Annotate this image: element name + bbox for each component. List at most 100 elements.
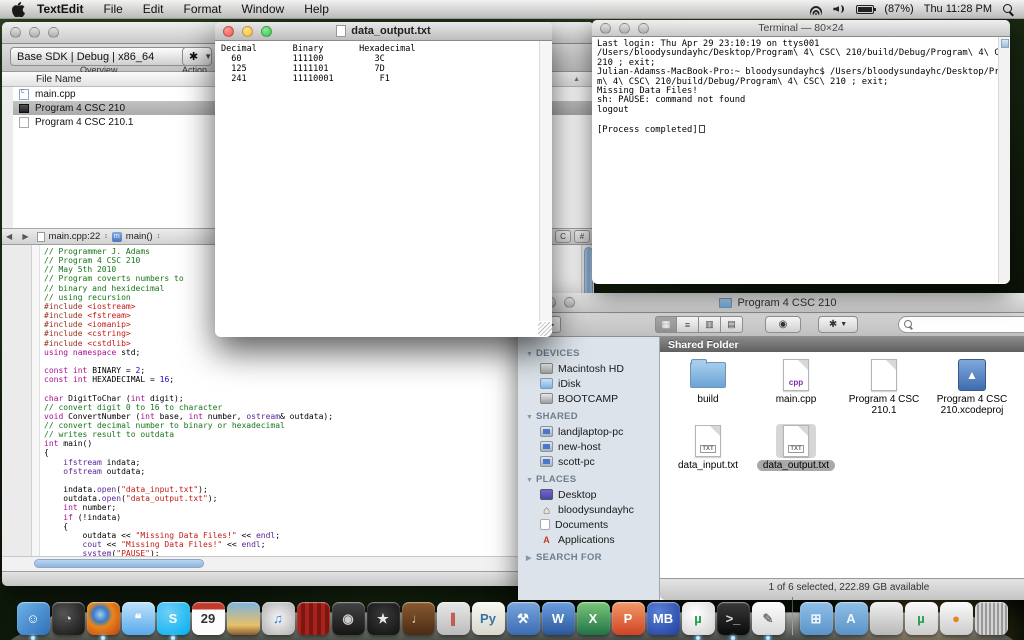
coverflow-view-button[interactable]: ▤ [721, 316, 743, 333]
file-grid-item[interactable]: TXT data_input.txt [664, 424, 752, 490]
dock-icon-trash[interactable] [974, 602, 1008, 635]
focus-ribbon [32, 245, 40, 556]
triangle-right-icon: ▶ [526, 555, 532, 562]
dock-icon-utorrent[interactable]: µ [681, 602, 715, 640]
sidebar-section-header[interactable]: ▼ PLACES [518, 469, 659, 487]
terminal-content[interactable]: Last login: Thu Apr 29 23:10:19 on ttys0… [592, 37, 1010, 283]
dock-icon-imovie[interactable]: ★ [366, 602, 400, 635]
file-grid-item[interactable]: build [664, 358, 752, 424]
overview-dropdown[interactable]: Base SDK | Debug | x86_64 ▼ [10, 47, 208, 66]
file-grid-item[interactable]: cpp main.cpp [752, 358, 840, 424]
dock-icon-minimized-window-3[interactable]: ● [939, 602, 973, 635]
quick-look-button[interactable]: ◉ [765, 316, 801, 333]
resize-grip[interactable] [538, 322, 552, 336]
dock-icon-mb-app[interactable]: MB [646, 602, 680, 635]
sidebar-section-header[interactable]: ▼ DEVICES [518, 343, 659, 361]
menu-item-edit[interactable]: Edit [143, 2, 164, 16]
sidebar-item-scott-pc[interactable]: scott-pc [518, 454, 659, 469]
menu-item-app[interactable]: TextEdit [37, 2, 83, 16]
dock-icon-minimized-window-2[interactable]: µ [904, 602, 938, 635]
wifi-icon[interactable] [807, 3, 825, 21]
menu-item-format[interactable]: Format [183, 2, 221, 16]
dock-icon-ichat[interactable]: ❝ [121, 602, 155, 635]
navbar-mini-button[interactable]: C [555, 230, 571, 243]
icon-view-button[interactable]: ▦ [655, 316, 677, 333]
column-view-button[interactable]: ▥ [699, 316, 721, 333]
sidebar-section-header[interactable]: ▼ SHARED [518, 406, 659, 424]
file-popup[interactable]: main.cpp:22 [49, 231, 101, 242]
sidebar-item-bloodysundayhc[interactable]: ⌂ bloodysundayhc [518, 502, 659, 517]
dock-icon-finder[interactable]: ☺ [16, 602, 50, 640]
dock-icon-terminal[interactable]: >_ [716, 602, 750, 640]
textedit-content[interactable]: Decimal Binary Hexadecimal 60 111100 3C … [215, 41, 552, 336]
dock-icon-itunes[interactable]: ♫ [261, 602, 295, 635]
terminal-titlebar[interactable]: Terminal — 80×24 [592, 20, 1010, 37]
dock-icon-ms-excel[interactable]: X [576, 602, 610, 635]
sidebar-section-header[interactable]: ▶ SEARCH FOR [518, 547, 659, 565]
sidebar-item-bootcamp[interactable]: BOOTCAMP [518, 391, 659, 406]
dock-icon-iphoto[interactable] [226, 602, 260, 635]
dock-icon-python-idle[interactable]: Py [471, 602, 505, 635]
list-view-button[interactable]: ≡ [677, 316, 699, 333]
window-controls[interactable] [600, 22, 649, 34]
dock-icon-parallels[interactable]: ∥ [436, 602, 470, 635]
file-grid-item[interactable]: Program 4 CSC 210.1 [840, 358, 928, 424]
dock-icon-applications-folder[interactable]: A [834, 602, 868, 635]
finder-titlebar[interactable]: Program 4 CSC 210 [518, 293, 1024, 313]
navbar-mini-button[interactable]: # [574, 230, 590, 243]
symbol-popup[interactable]: main() [126, 231, 153, 242]
action-button[interactable]: ✱ ▼ [182, 47, 212, 66]
sidebar-item-new-host[interactable]: new-host [518, 439, 659, 454]
home-icon: ⌂ [542, 502, 551, 517]
sidebar-item-label: Macintosh HD [558, 362, 624, 375]
editor-hscrollbar[interactable] [2, 556, 594, 571]
menu-item-window[interactable]: Window [242, 2, 285, 16]
dock-icon-firefox[interactable] [86, 602, 120, 640]
volume-icon[interactable] [833, 4, 846, 14]
dock-icon-photo-booth[interactable] [296, 602, 330, 635]
dock-icon-skype[interactable]: S [156, 602, 190, 640]
sidebar-item-macintosh-hd[interactable]: Macintosh HD [518, 361, 659, 376]
dock-icon-minimized-window-1[interactable] [869, 602, 903, 635]
dock-icon-dashboard[interactable]: ◔ [51, 602, 85, 635]
window-controls[interactable] [223, 25, 272, 37]
finder-toolbar: ◀ ▶ ▦ ≡ ▥ ▤ ◉ ✱ ▼ [518, 313, 1024, 337]
back-forward-buttons[interactable]: ◀ ▶ [6, 232, 33, 241]
window-controls[interactable] [10, 27, 59, 38]
file-grid-item[interactable]: ▲ Program 4 CSC 210.xcodeproj [928, 358, 1016, 424]
menu-item-help[interactable]: Help [304, 2, 329, 16]
dock-icon-textedit[interactable]: ✎ [751, 602, 785, 640]
sidebar-item-landjlaptop-pc[interactable]: landjlaptop-pc [518, 424, 659, 439]
sidebar-item-desktop[interactable]: Desktop [518, 487, 659, 502]
dock-icon-garageband[interactable]: ♩ [401, 602, 435, 635]
textedit-title: data_output.txt [351, 25, 431, 37]
view-switcher[interactable]: ▦ ≡ ▥ ▤ [655, 316, 743, 333]
menu-item-file[interactable]: File [103, 2, 122, 16]
apple-menu[interactable] [12, 1, 25, 17]
file-name: Program 4 CSC 210 [35, 102, 126, 114]
file-name: Program 4 CSC 210.1 [35, 116, 134, 128]
battery-icon[interactable] [856, 4, 877, 14]
search-field[interactable] [898, 316, 1024, 333]
textedit-scrollbar[interactable] [539, 41, 552, 321]
dock-icon-ms-word[interactable]: W [541, 602, 575, 635]
code-line: system("PAUSE"); [82, 549, 160, 556]
textedit-titlebar[interactable]: data_output.txt [215, 22, 552, 41]
sidebar-item-idisk[interactable]: iDisk [518, 376, 659, 391]
sidebar-item-applications[interactable]: A Applications [518, 532, 659, 547]
spotlight-icon[interactable] [1002, 3, 1014, 15]
dock-icon-aperture[interactable]: ◉ [331, 602, 365, 635]
display-icon [540, 456, 553, 467]
dock-icon-ical[interactable]: 29 [191, 602, 225, 635]
file-grid-item[interactable]: TXT data_output.txt [752, 424, 840, 490]
action-menu-button[interactable]: ✱ ▼ [818, 316, 858, 333]
dock-icon-ms-powerpoint[interactable]: P [611, 602, 645, 635]
doc-icon [540, 519, 550, 530]
sidebar-item-documents[interactable]: Documents [518, 517, 659, 532]
document-text[interactable]: Decimal Binary Hexadecimal 60 111100 3C … [215, 41, 552, 87]
menu-clock[interactable]: Thu 11:28 PM [924, 3, 992, 15]
terminal-scrollbar[interactable] [998, 37, 1010, 283]
dock-icon-xcode[interactable]: ⚒ [506, 602, 540, 635]
dock-icon-windows-folder[interactable]: ⊞ [799, 602, 833, 635]
folder-icon [690, 359, 726, 388]
